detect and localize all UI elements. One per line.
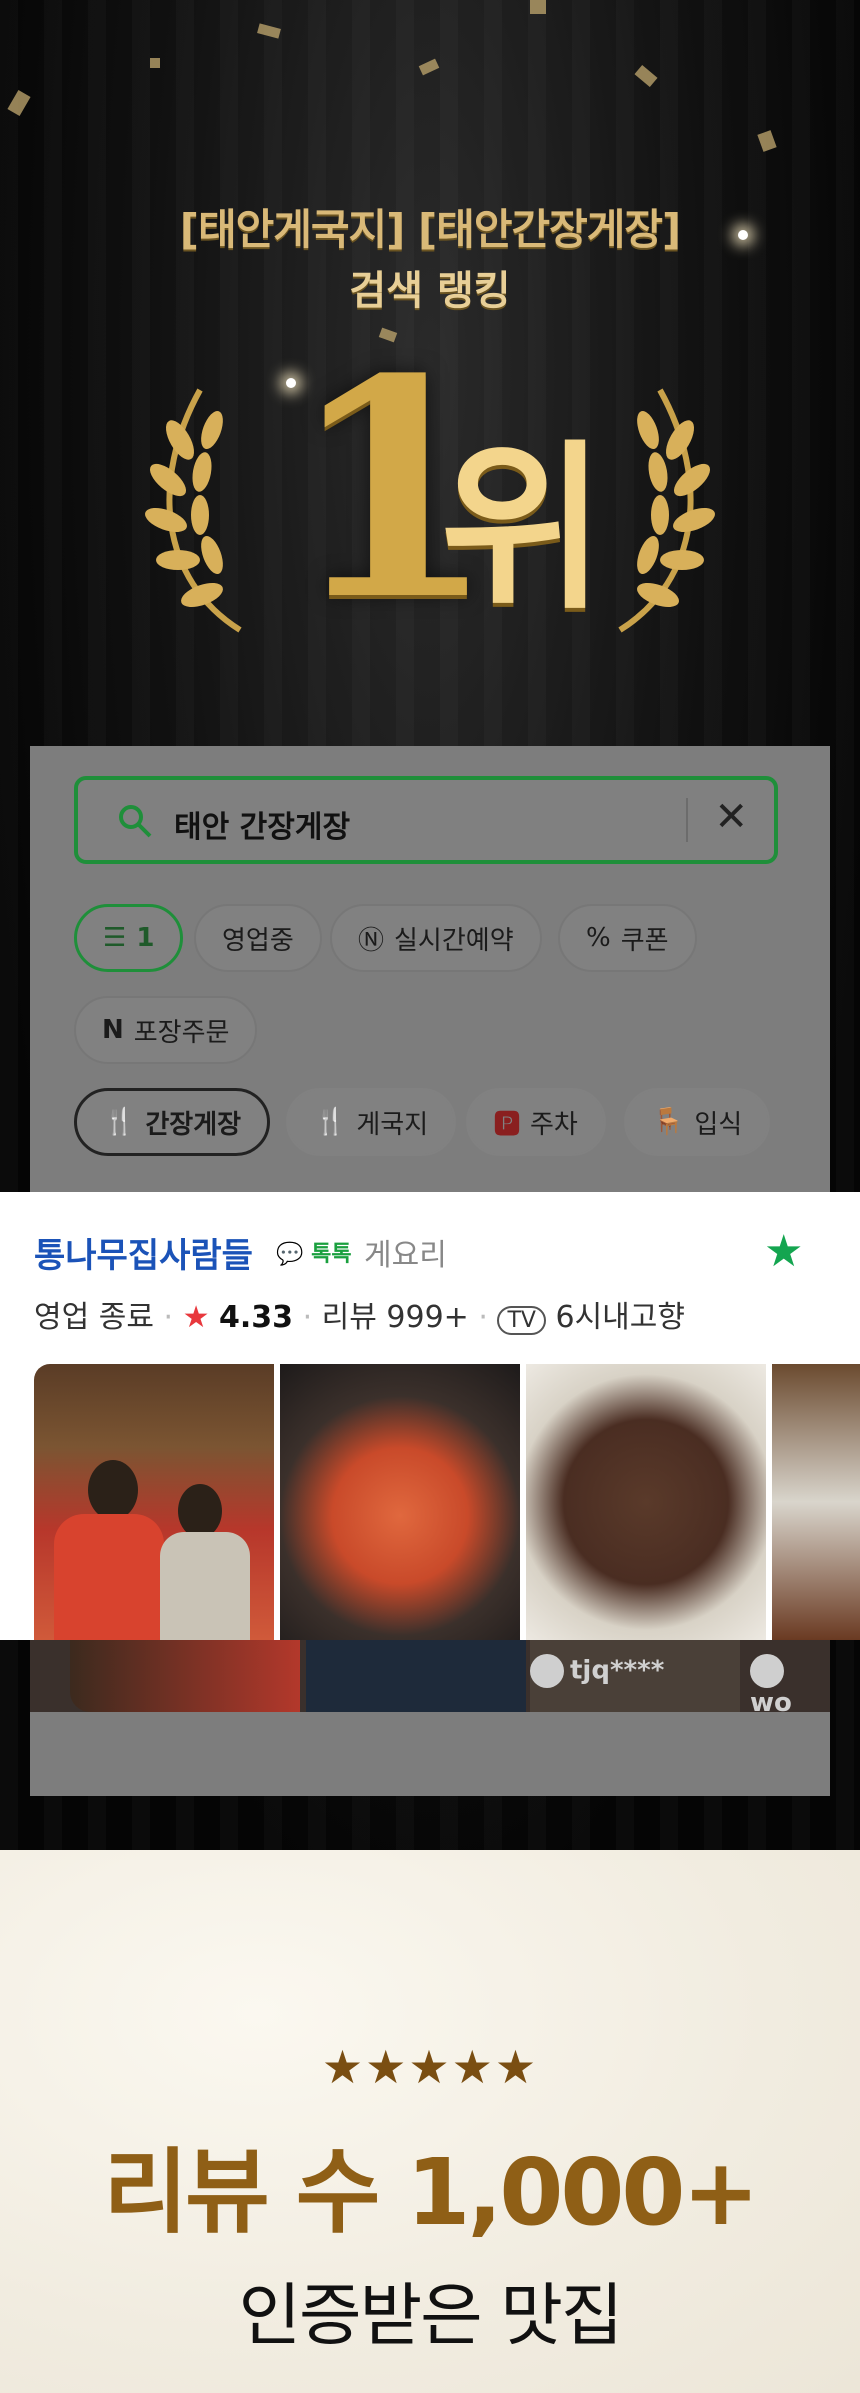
review-user[interactable]: wo: [750, 1654, 830, 1712]
review-count-headline: 리뷰 수 1,000+: [103, 2139, 759, 2246]
photo-soy-crab[interactable]: [526, 1364, 766, 1640]
listing-card[interactable]: 통나무집사람들 💬 톡톡 게요리 ★ 영업 종료 · ★ 4.33 · 리뷰 9…: [0, 1192, 860, 1640]
hero-title-ranking: 검색 랭킹: [349, 268, 511, 314]
chair-icon: 🪑: [652, 1107, 685, 1137]
photo-owners[interactable]: [34, 1364, 274, 1640]
coupon-icon: %: [586, 923, 611, 953]
strip-photo: [306, 1640, 526, 1712]
utensils-icon: 🍴: [103, 1107, 136, 1137]
review-user[interactable]: tjq****: [530, 1654, 664, 1688]
listing-meta: 영업 종료 · ★ 4.33 · 리뷰 999+ · TV 6시내고향: [34, 1300, 685, 1335]
filter-seating[interactable]: 🪑 입식: [624, 1088, 771, 1156]
rating-value: 4.33: [219, 1300, 294, 1335]
filter-label: 주차: [530, 1109, 578, 1140]
tv-icon: TV: [497, 1306, 546, 1335]
divider: [686, 798, 688, 842]
business-status: 영업 종료: [34, 1300, 154, 1335]
hero-banner: [태안게국지] [태안간장게장] 검색 랭킹 1 위 태안 간장게장 ✕ ☰ 1…: [0, 0, 860, 1850]
filter-label: 입식: [694, 1109, 743, 1140]
filter-takeout-order[interactable]: N 포장주문: [74, 996, 258, 1064]
filter-label: 실시간예약: [394, 925, 514, 956]
search-query[interactable]: 태안 간장게장: [174, 802, 350, 846]
close-icon[interactable]: ✕: [714, 794, 748, 840]
laurel-right-icon: [618, 388, 715, 633]
confetti: [530, 0, 546, 14]
sliders-icon: ☰: [103, 923, 127, 953]
laurel-left-icon: [145, 388, 242, 633]
review-count[interactable]: 리뷰 999+: [322, 1300, 469, 1335]
filter-soy-crab[interactable]: 🍴 간장게장: [74, 1088, 271, 1156]
hero-title-keywords: [태안게국지] [태안간장게장]: [179, 205, 681, 254]
filter-open-now[interactable]: 영업중: [194, 904, 322, 972]
rank-badge: 1 위: [140, 340, 720, 660]
parking-icon: 🅿: [494, 1109, 521, 1140]
filter-label: 영업중: [222, 925, 294, 956]
avatar: [750, 1654, 784, 1688]
filter-count: 1: [136, 923, 155, 953]
search-icon: [119, 805, 152, 838]
utensils-icon: 🍴: [314, 1107, 347, 1137]
naver-n-icon: N: [102, 1015, 124, 1045]
avatar: [530, 1654, 564, 1688]
filter-label: 게국지: [356, 1109, 429, 1140]
filter-coupon[interactable]: % 쿠폰: [558, 904, 697, 972]
review-promo-section: ★★★★★ 리뷰 수 1,000+ 인증받은 맛집: [0, 1850, 860, 2393]
review-photo-strip: tjq**** wo: [30, 1640, 830, 1712]
photo-side-dishes[interactable]: [772, 1364, 860, 1640]
filter-label: 간장게장: [145, 1109, 242, 1140]
filter-parking[interactable]: 🅿 주차: [466, 1088, 606, 1156]
filter-label: 포장주문: [133, 1017, 230, 1048]
filter-label: 쿠폰: [620, 925, 669, 956]
talk-label: 톡톡: [311, 1242, 352, 1267]
photo-gallery[interactable]: [34, 1364, 860, 1640]
favorite-star-icon[interactable]: ★: [764, 1226, 803, 1277]
rating-star-icon: ★: [182, 1300, 210, 1335]
shop-category: 게요리: [364, 1238, 447, 1273]
review-username: tjq****: [570, 1655, 665, 1686]
talktalk-badge[interactable]: 💬 톡톡: [276, 1236, 352, 1268]
review-username: wo: [750, 1688, 792, 1712]
search-bar[interactable]: 태안 간장게장 ✕: [74, 776, 778, 864]
tv-program: 6시내고향: [555, 1300, 685, 1335]
confetti: [150, 58, 160, 68]
five-stars-icon: ★★★★★: [321, 2040, 539, 2094]
strip-photo: [70, 1640, 300, 1712]
filter-realtime-booking[interactable]: Ⓝ 실시간예약: [330, 904, 542, 972]
filter-settings-chip[interactable]: ☰ 1: [74, 904, 184, 972]
photo-hotpot[interactable]: [280, 1364, 520, 1640]
certified-restaurant-text: 인증받은 맛집: [238, 2277, 624, 2356]
shop-name[interactable]: 통나무집사람들: [34, 1228, 253, 1277]
rank-unit: 위: [440, 425, 606, 634]
chat-bubble-icon: 💬: [276, 1242, 304, 1267]
naver-booking-icon: Ⓝ: [358, 925, 385, 956]
filter-gegukji[interactable]: 🍴 게국지: [286, 1088, 457, 1156]
